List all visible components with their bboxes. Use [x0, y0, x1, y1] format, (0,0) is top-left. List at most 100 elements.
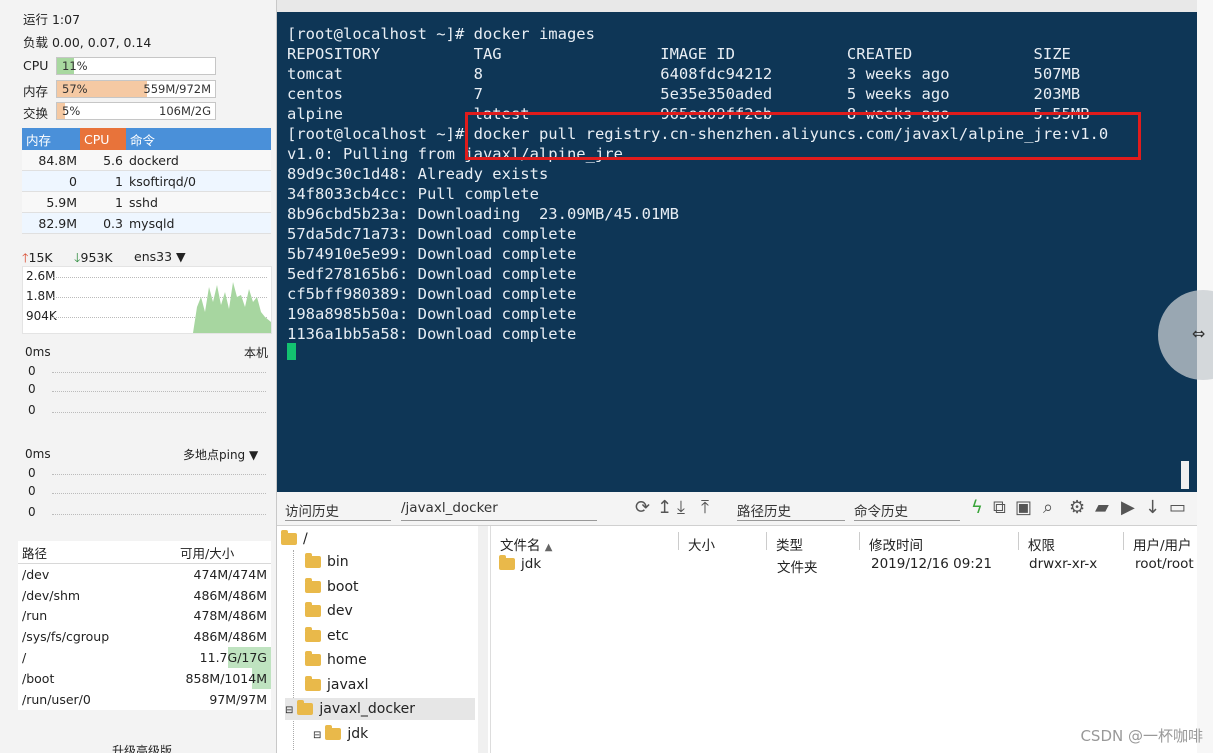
chevron-down-icon: ▼ [176, 249, 186, 264]
directory-tree: / bin boot dev etc home javaxl ⊟ javaxl_d… [277, 526, 491, 753]
terminal-line: [root@localhost ~]# docker pull registry… [287, 125, 1109, 143]
terminal[interactable]: [root@localhost ~]# docker images REPOSI… [277, 12, 1197, 492]
terminal-line: tomcat 8 6408fdc94212 3 weeks ago 507MB [287, 65, 1081, 83]
history-button[interactable]: 访问历史 [285, 500, 391, 521]
terminal-output: [root@localhost ~]# docker images REPOSI… [287, 24, 1108, 344]
path-input[interactable]: /javaxl_docker [401, 500, 597, 521]
file-mtime: 2019/12/16 09:21 [871, 556, 993, 572]
terminal-line: alpine latest 965ea09ff2eb 8 weeks ago 5… [287, 105, 1090, 123]
col-size[interactable]: 可用/大小 [176, 541, 271, 564]
disk-table: 路径 可用/大小 /dev 474M/474M /dev/shm 486M/486M… [18, 541, 271, 710]
tab-bar [277, 0, 1197, 12]
file-name[interactable]: jdk [499, 555, 541, 572]
collapse-icon: ⊟ [313, 730, 322, 741]
latency-label: 0ms [25, 345, 51, 359]
tree-scrollbar[interactable] [478, 526, 488, 753]
tree-item-dev[interactable]: dev [305, 600, 353, 622]
process-table: 内存 CPU 命令 84.8M 5.6 dockerd 0 1 ksoftirqd/0 … [22, 128, 271, 234]
folder-icon [325, 725, 342, 740]
folder-icon [305, 578, 321, 593]
col-mem[interactable]: 内存 [22, 128, 80, 150]
play-icon[interactable]: ▶ [1121, 497, 1135, 518]
up-icon[interactable]: ↥ [657, 497, 672, 518]
folder-icon [305, 553, 321, 568]
folder-icon [305, 676, 321, 691]
latency-graph-2: 0 0 0 [22, 462, 270, 528]
terminal-line: 1136a1bb5a58: Download complete [287, 325, 577, 343]
traffic-spark [193, 282, 271, 333]
file-owner: root/root [1135, 556, 1194, 572]
sort-asc-icon: ▲ [544, 542, 553, 553]
col-filename[interactable]: 文件名 ▲ [500, 534, 553, 554]
terminal-line: v1.0: Pulling from javaxl/alpine_jre [287, 145, 623, 163]
tree-item-jdk[interactable]: ⊟ jdk [313, 723, 368, 745]
tree-item-javaxl-docker[interactable]: ⊟ javaxl_docker [285, 698, 475, 720]
folder-icon [281, 530, 297, 545]
cpu-meter: CPU 11% [23, 57, 273, 75]
gear-icon[interactable]: ⚙ [1069, 497, 1085, 518]
command-history-button[interactable]: 命令历史 [854, 500, 960, 521]
terminal-line: 5b74910e5e99: Download complete [287, 245, 577, 263]
upload-icon[interactable]: ⤒ [701, 497, 709, 518]
terminal-cursor [287, 343, 296, 360]
network-graph: 2.6M 1.8M 904K [22, 266, 272, 334]
terminal-scrollbar[interactable] [1181, 461, 1189, 489]
folder-icon [305, 602, 321, 617]
lightning-icon[interactable]: ϟ [971, 497, 983, 518]
copy-icon[interactable]: ⧉ [993, 497, 1006, 518]
collapse-icon: ⊟ [285, 705, 294, 716]
mem-meter: 内存 57% 559M/972M [23, 80, 273, 99]
col-mtime[interactable]: 修改时间 [869, 534, 923, 554]
table-row[interactable]: /dev 474M/474M [18, 564, 271, 585]
terminal-line: [root@localhost ~]# docker images [287, 25, 595, 43]
path-history-button[interactable]: 路径历史 [737, 500, 845, 521]
col-size[interactable]: 大小 [688, 534, 715, 554]
tree-item-home[interactable]: home [305, 649, 367, 671]
tree-item-bin[interactable]: bin [305, 551, 349, 573]
col-owner[interactable]: 用户/用户 [1133, 534, 1192, 554]
tree-root[interactable]: / [281, 528, 308, 550]
table-row[interactable]: /11.7G/17G [18, 647, 271, 668]
terminal-line: cf5bff980389: Download complete [287, 285, 577, 303]
file-list: 文件名 ▲ 大小 类型 修改时间 权限 用户/用户 jdk 文件夹 2019/1… [491, 526, 1197, 753]
table-row[interactable]: 82.9M 0.3 mysqld [22, 212, 271, 234]
col-type[interactable]: 类型 [776, 534, 803, 554]
table-row[interactable]: /boot 858M/1014M [18, 667, 271, 689]
tree-item-boot[interactable]: boot [305, 576, 359, 598]
table-row[interactable]: 5.9M 1 sshd [22, 191, 271, 213]
ping-select[interactable]: 多地点ping ▼ [183, 446, 258, 463]
table-row[interactable]: /run/user/0 97M/97M [18, 689, 271, 710]
tree-item-etc[interactable]: etc [305, 625, 349, 647]
load-text: 负载 0.00, 0.07, 0.14 [23, 35, 152, 50]
col-path[interactable]: 路径 [18, 541, 176, 564]
chevron-down-icon: ▼ [249, 448, 259, 462]
folder-icon [305, 651, 321, 666]
col-permission[interactable]: 权限 [1028, 534, 1055, 554]
col-command[interactable]: 命令 [126, 128, 271, 150]
terminal-line: 5edf278165b6: Download complete [287, 265, 577, 283]
file-permission: drwxr-xr-x [1029, 556, 1098, 572]
download-icon[interactable]: ⤓ [677, 497, 685, 518]
table-row[interactable]: /run 478M/486M [18, 606, 271, 627]
toolbar: 访问历史 /javaxl_docker ⟳ ↥ ⤓ ⤒ 路径历史 命令历史 ϟ … [277, 492, 1197, 526]
table-row[interactable]: 84.8M 5.6 dockerd [22, 150, 271, 171]
table-row[interactable]: /sys/fs/cgroup 486M/486M [18, 626, 271, 647]
folder-icon [499, 555, 515, 570]
table-row[interactable]: 0 1 ksoftirqd/0 [22, 170, 271, 192]
window-icon[interactable]: ▭ [1169, 497, 1186, 518]
arrow-down-icon[interactable]: ↓ [1145, 497, 1160, 518]
iface-select[interactable]: ens33 ▼ [134, 249, 186, 264]
terminal-line: REPOSITORY TAG IMAGE ID CREATED SIZE [287, 45, 1071, 63]
tree-item-javaxl[interactable]: javaxl [305, 674, 369, 696]
upgrade-link[interactable]: 升级高级版 [112, 742, 172, 753]
paste-icon[interactable]: ▣ [1015, 497, 1032, 518]
folder-icon[interactable]: ▰ [1095, 497, 1109, 518]
latency-target[interactable]: 本机 [244, 344, 268, 361]
col-cpu[interactable]: CPU [80, 128, 126, 150]
terminal-line: 34f8033cb4cc: Pull complete [287, 185, 539, 203]
refresh-icon[interactable]: ⟳ [635, 497, 650, 518]
table-row[interactable]: /dev/shm 486M/486M [18, 585, 271, 606]
latency-graph-1: 0 0 0 [22, 360, 270, 426]
folder-icon [305, 627, 321, 642]
search-icon[interactable]: ⌕ [1043, 497, 1053, 518]
